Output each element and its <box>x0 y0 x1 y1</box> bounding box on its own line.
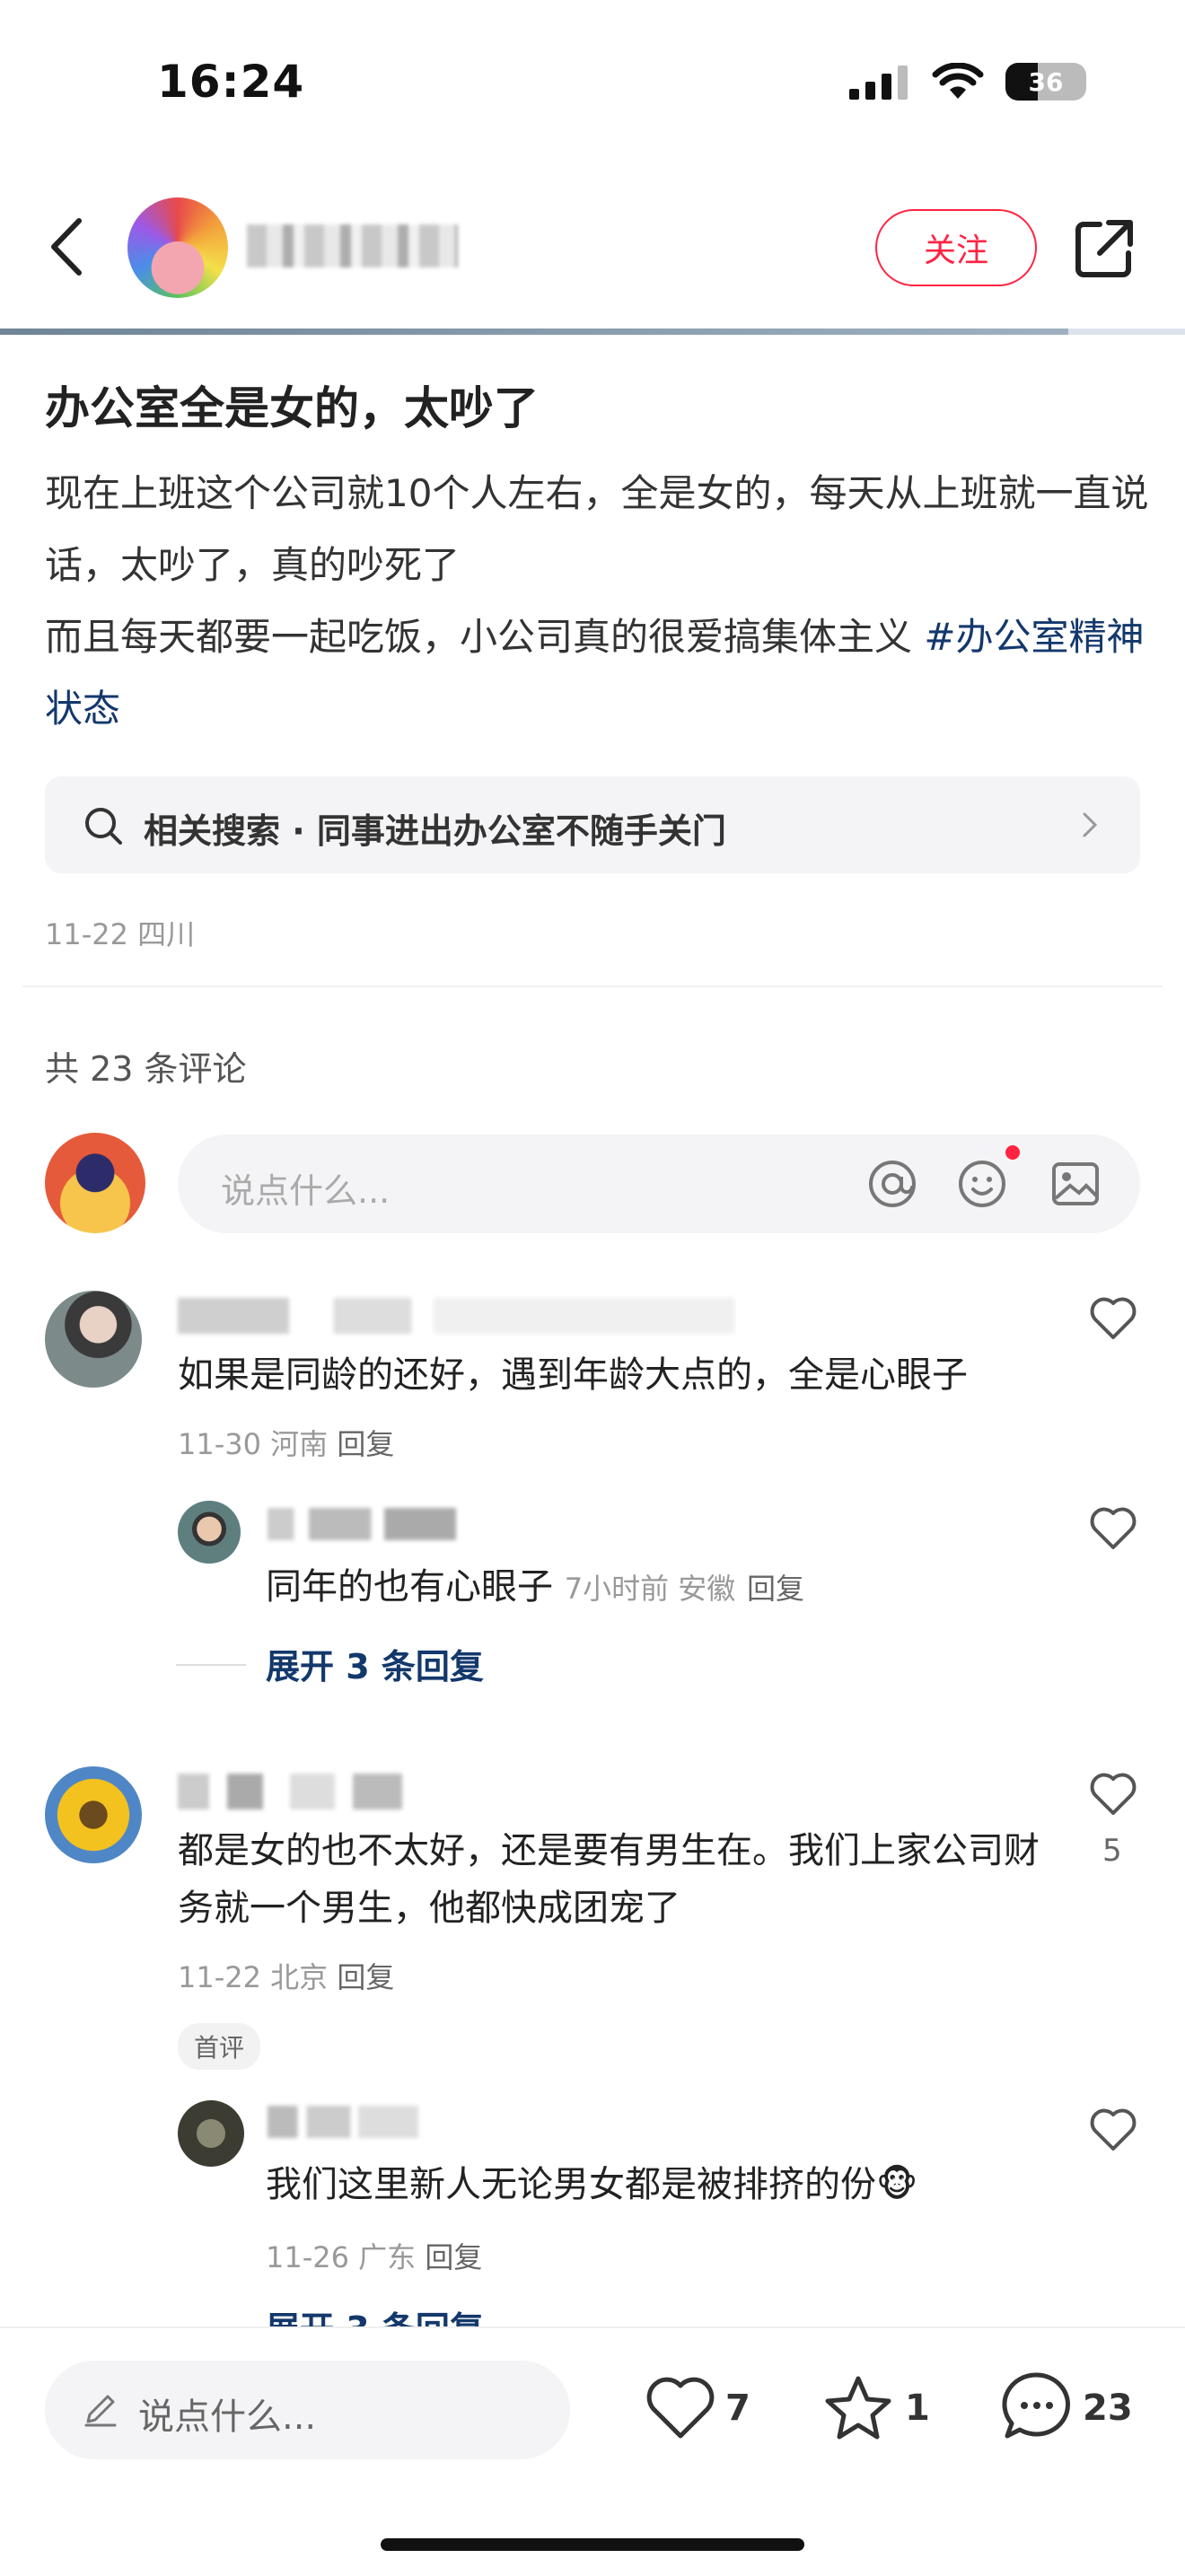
post-body-line1: 现在上班这个公司就10个人左右，全是女的，每天从上班就一直说话，太吵了，真的吵死… <box>45 471 1149 587</box>
comment-total-count: 23 <box>1083 2388 1133 2429</box>
pencil-icon <box>84 2395 117 2427</box>
bottom-comment-input[interactable]: 说点什么... <box>45 2361 570 2459</box>
reply-name-redacted[interactable] <box>268 1508 456 1540</box>
reply-meta: 11-26 广东 回复 <box>266 2240 483 2274</box>
heart-icon[interactable] <box>1088 1770 1138 1817</box>
reply-name-redacted[interactable] <box>268 2106 418 2138</box>
battery-level: 36 <box>1028 66 1064 97</box>
comment-meta: 11-22 北京 回复 <box>178 1960 395 1994</box>
related-search-bar[interactable]: 相关搜索 · 同事进出办公室不随手关门 <box>45 776 1140 873</box>
commenter-name-redacted[interactable] <box>178 1774 402 1809</box>
heart-icon[interactable] <box>1088 1294 1138 1341</box>
signal-icon <box>849 66 908 100</box>
reply-avatar[interactable] <box>178 1501 241 1564</box>
like-heart-icon[interactable] <box>645 2375 716 2441</box>
commenter-name-redacted[interactable] <box>178 1298 734 1334</box>
comment-meta: 11-30 河南 回复 <box>178 1427 395 1461</box>
emoji-new-dot <box>1005 1145 1020 1160</box>
post-body-line2: 而且每天都要一起吃饭，小公司真的很爱搞集体主义 #办公室精神状态 <box>45 615 1145 731</box>
heart-icon[interactable] <box>1088 1504 1138 1551</box>
comment-text: 如果是同龄的还好，遇到年龄大点的，全是心眼子 <box>178 1354 968 1396</box>
reply-button[interactable]: 回复 <box>337 1427 394 1461</box>
comment-avatar[interactable] <box>45 1291 142 1388</box>
reply-button[interactable]: 回复 <box>747 1572 804 1606</box>
post-title: 办公室全是女的，太吵了 <box>45 382 539 434</box>
home-indicator <box>381 2538 804 2551</box>
reply-avatar[interactable] <box>178 2100 244 2167</box>
comment-text: 都是女的也不太好，还是要有男生在。我们上家公司财务就一个男生，他都快成团宠了 <box>178 1830 1040 1929</box>
comment-like-count: 5 <box>1102 1833 1122 1869</box>
comment-count: 共 23 条评论 <box>45 1049 247 1089</box>
comment-input[interactable]: 说点什么... <box>178 1135 1140 1233</box>
post-body: 现在上班这个公司就10个人左右，全是女的，每天从上班就一直说话，太吵了，真的吵死… <box>45 458 1149 745</box>
like-count: 7 <box>725 2388 750 2429</box>
share-icon[interactable] <box>1073 217 1136 280</box>
expand-replies-button[interactable]: 展开 3 条回复 <box>266 1639 484 1688</box>
collect-count: 1 <box>905 2388 930 2429</box>
author-avatar[interactable] <box>127 197 228 298</box>
back-icon[interactable] <box>45 215 90 278</box>
search-icon <box>85 808 122 845</box>
reply-button[interactable]: 回复 <box>425 2240 482 2274</box>
image-progress-fill <box>0 329 1068 335</box>
divider <box>22 986 1163 987</box>
expand-line <box>176 1664 246 1666</box>
my-avatar <box>45 1133 145 1233</box>
reply-text: 同年的也有心眼子 7小时前 安徽 回复 <box>266 1566 804 1608</box>
battery-icon: 36 <box>1005 63 1086 101</box>
comment-avatar[interactable] <box>45 1766 142 1863</box>
bottom-input-placeholder: 说点什么... <box>138 2396 317 2438</box>
status-time: 16:24 <box>157 56 305 108</box>
post-date-location: 11-22 四川 <box>45 917 196 951</box>
image-icon[interactable] <box>1050 1159 1101 1209</box>
related-search-text: 相关搜索 · 同事进出办公室不随手关门 <box>144 811 726 851</box>
emoji-icon[interactable] <box>957 1159 1007 1209</box>
chevron-right-icon <box>1083 812 1098 837</box>
comment-bubble-icon[interactable] <box>1000 2370 1074 2443</box>
author-name-redacted[interactable] <box>247 224 458 267</box>
mention-icon[interactable] <box>867 1159 917 1209</box>
first-comment-badge: 首评 <box>178 2023 261 2070</box>
reply-button[interactable]: 回复 <box>337 1960 394 1994</box>
collect-star-icon[interactable] <box>822 2373 894 2443</box>
follow-button[interactable]: 关注 <box>875 209 1037 286</box>
status-icons: 36 <box>849 63 1086 101</box>
comment-input-placeholder: 说点什么... <box>221 1171 391 1211</box>
reply-text: 我们这里新人无论男女都是被排挤的份🐵 <box>266 2164 918 2205</box>
monkey-emoji: 🐵 <box>876 2164 918 2205</box>
wifi-icon <box>932 63 984 99</box>
heart-icon[interactable] <box>1088 2106 1138 2152</box>
